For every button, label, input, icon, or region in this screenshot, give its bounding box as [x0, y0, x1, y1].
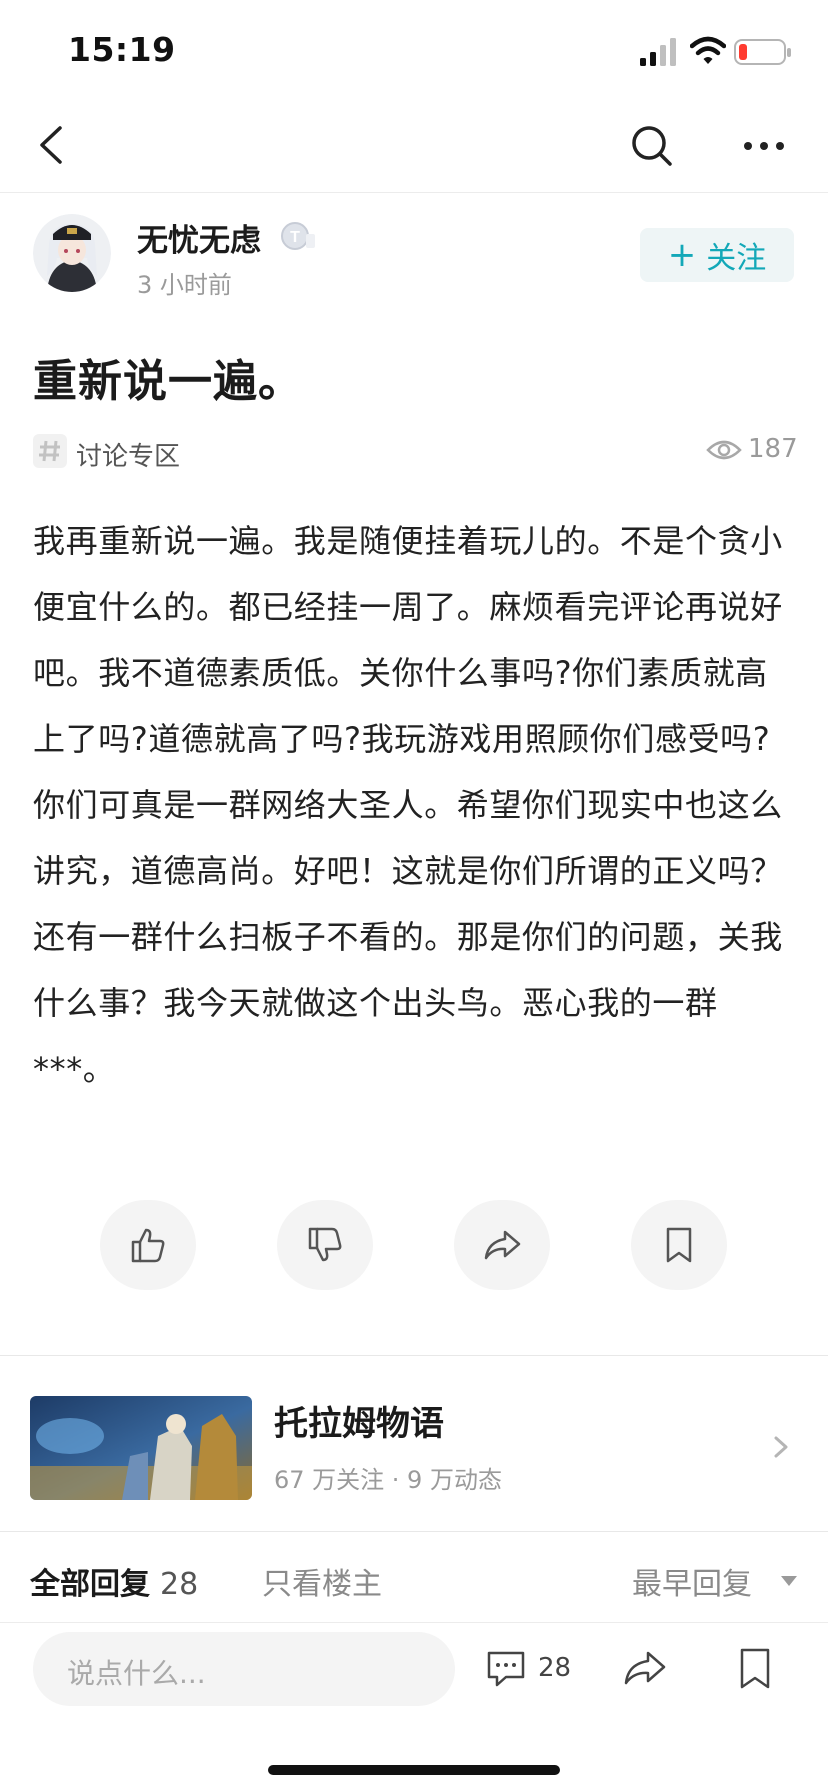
caret-down-icon[interactable]: [780, 1575, 798, 1587]
dislike-button[interactable]: [277, 1200, 373, 1290]
status-bar: 15:19: [0, 0, 828, 100]
tab-all-replies-label: 全部回复: [30, 1567, 150, 1602]
reply-count: 28: [160, 1567, 199, 1602]
comment-placeholder: 说点什么...: [67, 1657, 206, 1690]
post-meta: 讨论专区 187: [0, 430, 828, 476]
battery-icon: [734, 39, 791, 65]
thumbs-up-icon: [131, 1228, 165, 1263]
follow-button[interactable]: + 关注: [640, 228, 794, 282]
game-stats: 67 万关注 · 9 万动态: [274, 1466, 502, 1494]
view-count: 187: [748, 434, 798, 464]
share-icon: [484, 1230, 521, 1260]
share-icon[interactable]: [620, 1643, 670, 1693]
plus-icon: +: [667, 235, 697, 275]
bottom-bar: 说点什么... 28: [0, 1622, 828, 1792]
status-time: 15:19: [68, 30, 176, 69]
avatar[interactable]: [33, 214, 111, 292]
post-title: 重新说一遍。: [33, 356, 303, 407]
comments-count: 28: [538, 1653, 572, 1683]
svg-text:T: T: [290, 229, 300, 246]
wifi-icon: [690, 36, 726, 64]
post-body: 我再重新说一遍。我是随便挂着玩儿的。不是个贪小便宜什么的。都已经挂一周了。麻烦看…: [33, 522, 783, 1088]
comment-icon: [487, 1651, 525, 1687]
author-row: 无忧无虑 T 3 小时前 + 关注: [0, 210, 828, 310]
divider: [0, 1531, 828, 1532]
bookmark-icon: [666, 1227, 692, 1263]
author-name[interactable]: 无忧无虑: [137, 215, 261, 260]
comment-input[interactable]: 说点什么...: [33, 1632, 455, 1706]
reply-filter-bar: 全部回复 28 只看楼主 最早回复: [0, 1533, 828, 1623]
comments-button[interactable]: 28: [484, 1643, 571, 1693]
back-arrow-icon[interactable]: [30, 120, 80, 170]
level-badge-icon: T: [281, 222, 315, 250]
topic-label[interactable]: 讨论专区: [76, 436, 180, 473]
follow-label: 关注: [706, 241, 767, 276]
game-card[interactable]: 托拉姆物语 67 万关注 · 9 万动态: [0, 1356, 828, 1531]
sort-dropdown[interactable]: 最早回复: [632, 1559, 752, 1603]
post-time: 3 小时前: [137, 271, 232, 299]
tab-op-only[interactable]: 只看楼主: [262, 1559, 382, 1603]
share-button[interactable]: [454, 1200, 550, 1290]
signal-icon: [640, 38, 676, 66]
game-thumbnail: [30, 1396, 252, 1500]
search-icon[interactable]: [626, 120, 678, 172]
game-name: 托拉姆物语: [274, 1404, 444, 1444]
more-icon[interactable]: [738, 120, 790, 172]
bookmark-icon[interactable]: [730, 1643, 780, 1693]
post-actions: [0, 1200, 828, 1290]
nav-bar: [0, 100, 828, 193]
hashtag-icon[interactable]: [33, 434, 67, 468]
eye-icon: [706, 440, 742, 460]
tab-all-replies[interactable]: 全部回复 28: [30, 1559, 198, 1603]
chevron-right-icon: [774, 1436, 788, 1458]
like-button[interactable]: [100, 1200, 196, 1290]
bookmark-button[interactable]: [631, 1200, 727, 1290]
home-indicator[interactable]: [268, 1765, 560, 1775]
thumbs-down-icon: [308, 1227, 342, 1262]
